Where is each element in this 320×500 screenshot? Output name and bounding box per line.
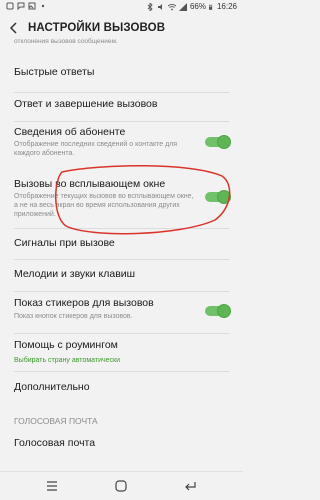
status-icons-right: 66% 16:26 <box>146 2 237 11</box>
toggle-knob <box>217 304 231 318</box>
status-icons-left <box>6 2 47 10</box>
home-icon[interactable] <box>113 478 129 494</box>
item-label: Быстрые ответы <box>14 66 95 78</box>
signal-icon <box>178 2 187 11</box>
list-item-caller-info[interactable]: Сведения об абоненте Отображение последн… <box>0 122 243 170</box>
back-arrow-icon[interactable] <box>7 21 21 35</box>
popup-calls-toggle[interactable] <box>205 190 231 204</box>
item-label: Сведения об абоненте <box>14 126 126 138</box>
list-item-popup-calls[interactable]: Вызовы во всплывающем окне Отображение т… <box>0 174 243 224</box>
wifi-icon <box>167 3 176 10</box>
battery-percent: 66% <box>189 2 206 11</box>
toggle-knob <box>217 135 231 149</box>
battery-icon <box>208 4 213 10</box>
more-dots-icon <box>41 4 45 8</box>
back-icon[interactable] <box>182 478 198 494</box>
item-description: Выбирать страну автоматически <box>14 357 121 364</box>
item-label: Ответ и завершение вызовов <box>14 98 158 110</box>
bluetooth-icon <box>147 2 153 11</box>
list-item-call-alerts[interactable]: Сигналы при вызове <box>0 229 243 259</box>
item-label: Мелодии и звуки клавиш <box>14 268 136 280</box>
list-item-voicemail[interactable]: Голосовая почта <box>0 432 243 460</box>
recent-apps-icon[interactable] <box>44 478 60 494</box>
chat-icon <box>17 2 25 10</box>
mute-icon <box>157 3 162 10</box>
navigation-bar <box>0 471 243 500</box>
status-bar: 66% 16:26 <box>0 0 243 14</box>
item-label: Голосовая почта <box>14 437 96 449</box>
item-description: Отображение текущих вызовов во всплывающ… <box>14 193 194 218</box>
item-description: Показ кнопок стикеров для вызовов. <box>14 313 133 320</box>
list-item-quick-replies[interactable]: Быстрые ответы <box>0 54 243 92</box>
stickers-toggle[interactable] <box>205 304 231 318</box>
partial-description: отклонения вызовов сообщением. <box>14 38 118 45</box>
page-title: НАСТРОЙКИ ВЫЗОВОВ <box>28 22 166 34</box>
list-item-stickers[interactable]: Показ стикеров для вызовов Показ кнопок … <box>0 292 243 330</box>
item-label: Сигналы при вызове <box>14 237 115 249</box>
toggle-knob <box>217 190 231 204</box>
clock: 16:26 <box>216 2 237 11</box>
item-label: Дополнительно <box>14 381 90 393</box>
item-description: Отображение последних сведений о контакт… <box>14 141 178 157</box>
list-item-roaming[interactable]: Помощь с роумингом Выбирать страну автом… <box>0 334 243 370</box>
list-item-ringtones[interactable]: Мелодии и звуки клавиш <box>0 260 243 290</box>
item-label: Показ стикеров для вызовов <box>14 297 154 309</box>
list-item-answer-end[interactable]: Ответ и завершение вызовов <box>0 93 243 121</box>
item-label: Вызовы во всплывающем окне <box>14 178 166 190</box>
image-icon <box>28 2 36 10</box>
section-header-voicemail: ГОЛОСОВАЯ ПОЧТА <box>14 416 98 426</box>
list-item-advanced[interactable]: Дополнительно <box>0 372 243 402</box>
caller-info-toggle[interactable] <box>205 135 231 149</box>
item-label: Помощь с роумингом <box>14 339 118 351</box>
notification-icon <box>6 2 14 10</box>
